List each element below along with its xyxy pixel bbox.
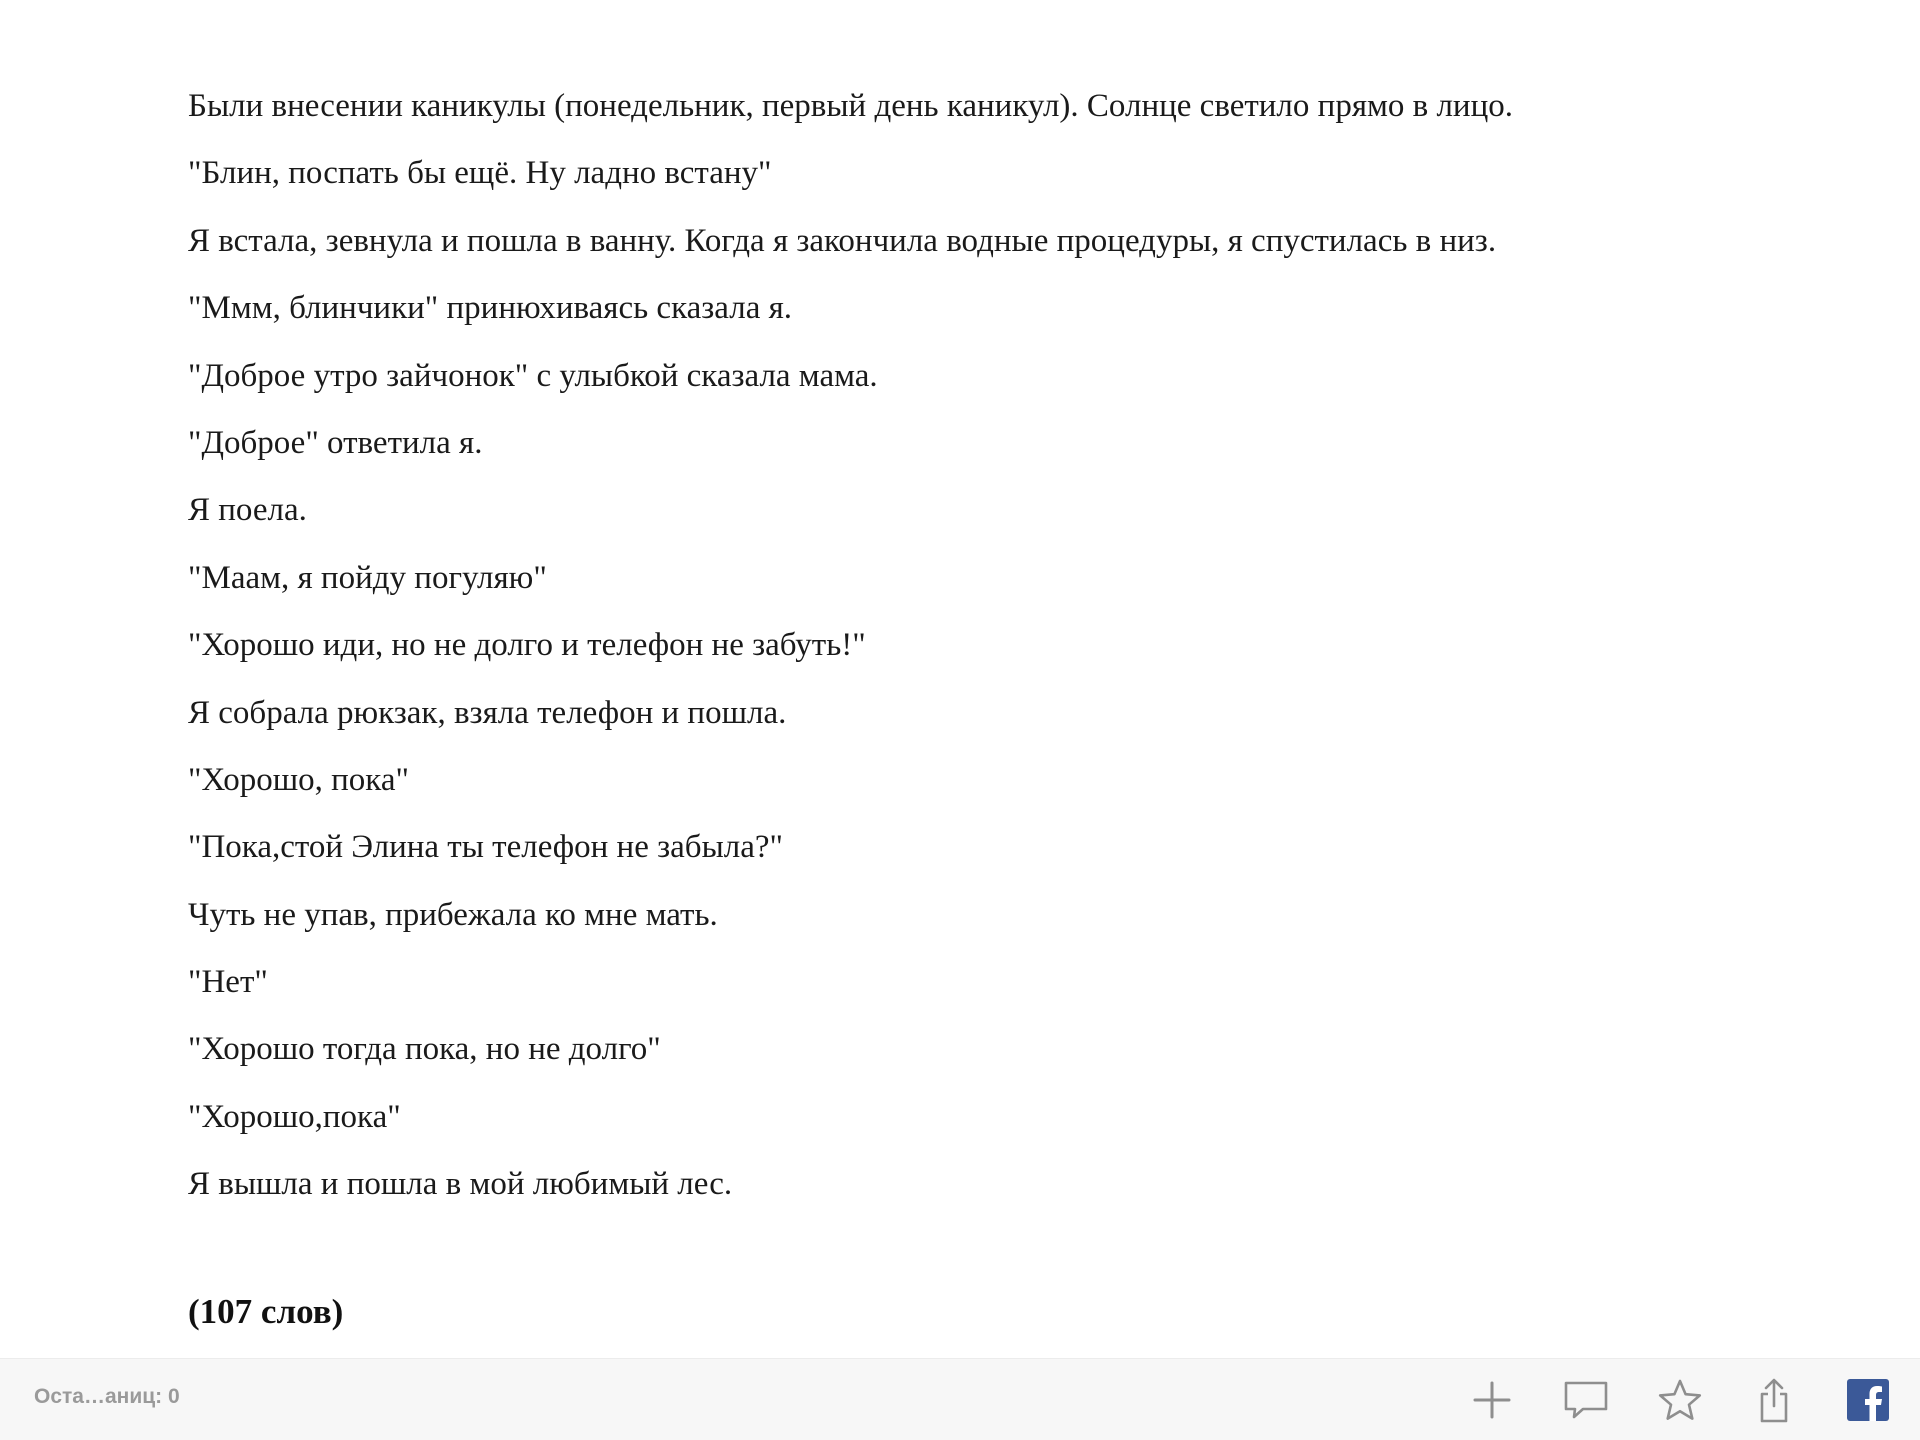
comment-icon bbox=[1564, 1381, 1608, 1419]
story-paragraph: Я встала, зевнула и пошла в ванну. Когда… bbox=[188, 222, 1497, 259]
reader-page: Были внесении каникулы (понедельник, пер… bbox=[0, 0, 1920, 1440]
share-button[interactable] bbox=[1750, 1376, 1798, 1424]
story-paragraph: Я вышла и пошла в мой любимый лес. bbox=[188, 1166, 733, 1203]
story-paragraph: "Хорошо, пока" bbox=[188, 761, 409, 798]
pages-left-label: Оста…аниц: 0 bbox=[34, 1385, 180, 1408]
story-paragraph: Я поела. bbox=[188, 492, 307, 529]
story-paragraph: "Ммм, блинчики" принюхиваясь сказала я. bbox=[188, 290, 793, 327]
facebook-icon bbox=[1847, 1379, 1889, 1421]
story-paragraph: "Хорошо тогда пока, но не долго" bbox=[188, 1031, 661, 1068]
story-paragraph: "Пока,стой Элина ты телефон не забыла?" bbox=[188, 829, 783, 866]
facebook-button[interactable] bbox=[1844, 1376, 1892, 1424]
story-paragraph: "Доброе" ответила я. bbox=[188, 424, 483, 461]
add-button[interactable] bbox=[1468, 1376, 1516, 1424]
story-paragraph: "Маам, я пойду погуляю" bbox=[188, 559, 547, 596]
story-paragraph: Были внесении каникулы (понедельник, пер… bbox=[188, 88, 1513, 124]
comment-button[interactable] bbox=[1562, 1376, 1610, 1424]
story-paragraph: "Хорошо иди, но не долго и телефон не за… bbox=[188, 627, 866, 664]
story-paragraph: "Хорошо,пока" bbox=[188, 1098, 401, 1135]
favorite-button[interactable] bbox=[1656, 1376, 1704, 1424]
word-count: (107 слов) bbox=[188, 1292, 344, 1331]
bottom-toolbar: Оста…аниц: 0 bbox=[0, 1358, 1920, 1440]
story-paragraph: Я собрала рюкзак, взяла телефон и пошла. bbox=[188, 694, 787, 731]
story-paragraph: "Доброе утро зайчонок" с улыбкой сказала… bbox=[188, 357, 878, 394]
story-paragraph: "Блин, поспать бы ещё. Ну ладно встану" bbox=[188, 155, 772, 192]
story-paragraph: "Нет" bbox=[188, 964, 268, 1001]
plus-icon bbox=[1473, 1381, 1511, 1419]
story-paragraph: Чуть не упав, прибежала ко мне мать. bbox=[188, 896, 718, 933]
star-icon bbox=[1658, 1379, 1702, 1420]
share-icon bbox=[1760, 1378, 1788, 1423]
story-text: Были внесении каникулы (понедельник, пер… bbox=[188, 80, 1748, 1226]
